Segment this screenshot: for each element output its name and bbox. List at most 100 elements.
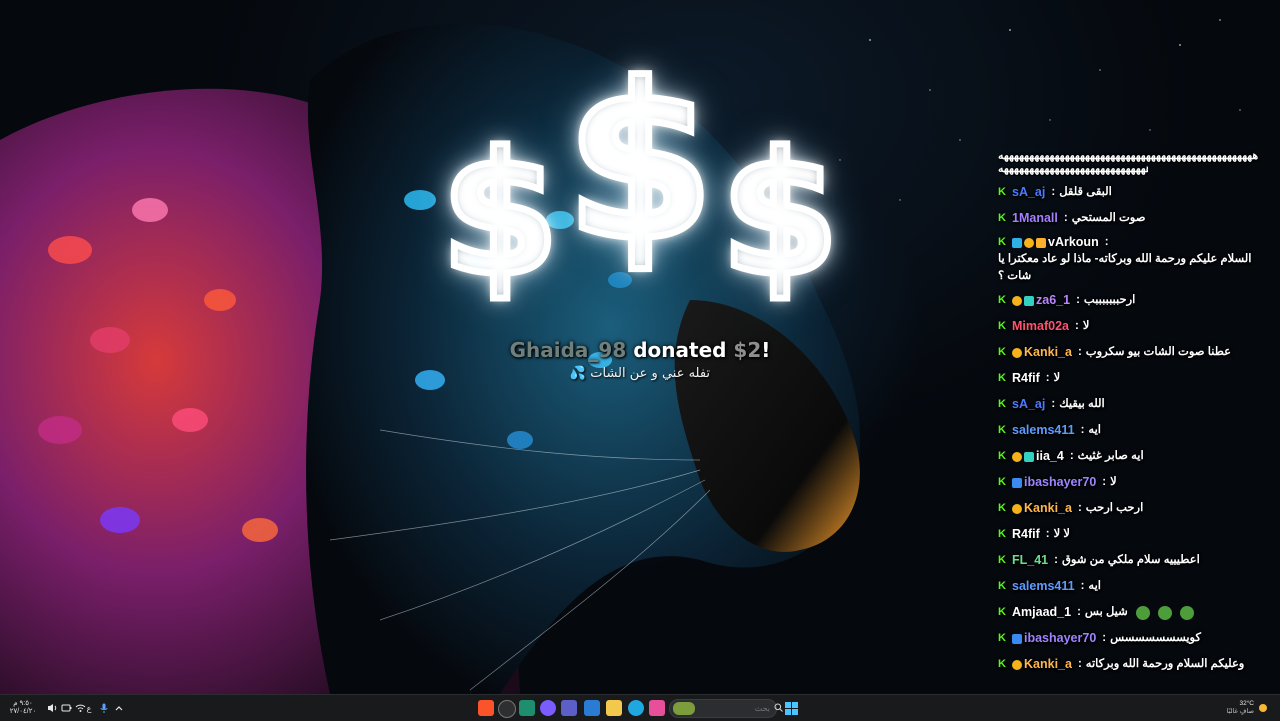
weather-widget[interactable]: 32°C صافٍ غالبًا xyxy=(1206,700,1254,716)
edge-icon[interactable] xyxy=(628,700,644,716)
chat-username[interactable]: FL_41 xyxy=(1012,552,1048,569)
chat-username[interactable]: R4fif xyxy=(1012,370,1040,387)
chat-username[interactable]: R4fif xyxy=(1012,526,1040,543)
weather-temperature: 32°C xyxy=(1239,700,1254,707)
obs-icon[interactable] xyxy=(498,700,516,718)
chat-message: Ksalems411: ايه xyxy=(998,420,1260,441)
vip-badge-icon xyxy=(1024,451,1034,462)
discord-icon[interactable] xyxy=(540,700,556,716)
sub-badge-icon xyxy=(1012,451,1022,462)
sub-badge-icon xyxy=(1012,347,1022,358)
chat-username[interactable]: vArkoun xyxy=(1048,234,1099,251)
sub-badge-icon xyxy=(1024,237,1034,248)
verified-badge-icon xyxy=(1012,633,1022,644)
chat-username[interactable]: 1Manall xyxy=(1012,210,1058,227)
chat-username[interactable]: iia_4 xyxy=(1036,448,1064,465)
donation-alert: $ $ $ Ghaida_98 donated $2! تفله عني و ع… xyxy=(380,52,900,382)
chat-message: K R4fif: لا xyxy=(998,368,1260,389)
terminal-icon[interactable] xyxy=(519,700,535,716)
chat-separator: : xyxy=(1076,294,1080,306)
chat-separator: : xyxy=(1080,580,1085,592)
chat-text: السلام عليكم ورحمة الله وبركاته- ماذا لو… xyxy=(998,253,1252,282)
frog-emote-icon xyxy=(1157,605,1172,620)
chat-separator: : xyxy=(1069,450,1074,462)
chat-separator: : xyxy=(1077,502,1082,514)
chat-separator: : xyxy=(1045,372,1050,384)
taskbar-search[interactable] xyxy=(669,699,783,718)
chat-banner-line: هههههههههههههههههههههههههههههههههههههههه… xyxy=(998,150,1259,162)
og-badge-icon xyxy=(1036,237,1046,248)
desktop: $ $ $ Ghaida_98 donated $2! تفله عني و ع… xyxy=(0,0,1280,694)
windows-start-icon[interactable] xyxy=(783,700,799,716)
copilot-icon[interactable] xyxy=(649,700,665,716)
battery-icon[interactable] xyxy=(60,700,72,716)
chat-text: وعليكم السلام ورحمة الله وبركاته xyxy=(1085,658,1245,670)
kick-badge-icon: K xyxy=(998,658,1006,670)
chat-username[interactable]: Kanki_a xyxy=(1024,656,1072,673)
chat-separator: : xyxy=(1045,528,1050,540)
donation-exclamation: ! xyxy=(761,338,771,362)
teams-icon[interactable] xyxy=(561,700,577,716)
search-input[interactable] xyxy=(706,703,772,714)
microphone-icon[interactable] xyxy=(98,700,110,716)
outlook-icon[interactable] xyxy=(584,700,600,716)
sub-badge-icon xyxy=(1012,295,1022,306)
chat-text: لا xyxy=(1110,476,1117,488)
kick-badge-icon: K xyxy=(998,606,1006,618)
dollar-sign-right: $ xyxy=(717,116,842,314)
chat-text: الله بيقيك xyxy=(1059,398,1105,410)
chat-username[interactable]: Mimaf02a xyxy=(1012,318,1069,335)
chat-separator: : xyxy=(1051,398,1056,410)
chat-message: Kibashayer70: لا xyxy=(998,472,1260,493)
vip-badge-icon xyxy=(1024,295,1034,306)
kick-badge-icon: K xyxy=(998,632,1006,644)
kick-badge-icon: K xyxy=(998,294,1006,306)
chat-separator: : xyxy=(1080,424,1085,436)
chat-username[interactable]: Kanki_a xyxy=(1024,344,1072,361)
chat-text: لا xyxy=(1053,372,1061,384)
chat-message: K Kanki_a: وعليكم السلام ورحمة الله وبركات… xyxy=(998,654,1260,675)
chat-message: Ksalems411: ايه xyxy=(998,576,1260,597)
chat-username[interactable]: salems411 xyxy=(1012,578,1075,595)
chat-username[interactable]: za6_1 xyxy=(1036,292,1070,309)
dollar-signs: $ $ $ xyxy=(380,52,900,320)
clock[interactable]: ٩:٥٠ م ٢٧/٠٤/٢٠ xyxy=(6,700,40,716)
chat-message: KsA_aj: الله بيقيك xyxy=(998,394,1260,415)
kick-badge-icon: K xyxy=(998,186,1006,198)
kick-badge-icon: K xyxy=(998,236,1006,248)
chat-text: ايه xyxy=(1088,424,1101,436)
chat-username[interactable]: Amjaad_1 xyxy=(1012,604,1071,621)
kick-badge-icon: K xyxy=(998,320,1006,332)
chat-text: ارحب ارحب xyxy=(1085,502,1144,514)
chat-username[interactable]: salems411 xyxy=(1012,422,1075,439)
chat-text: ايه xyxy=(1088,580,1101,592)
weather-sun-icon[interactable] xyxy=(1256,700,1270,716)
file-explorer-icon[interactable] xyxy=(606,700,622,716)
search-highlight-image xyxy=(673,702,695,715)
donated-label: donated xyxy=(633,338,727,362)
chat-text: صوت المستحي xyxy=(1071,212,1146,224)
chat-username[interactable]: ibashayer70 xyxy=(1024,630,1096,647)
chat-message: Kza6_1: ارحبببببببب xyxy=(998,290,1260,311)
chat-message: K Kanki_a: ارحب ارحب xyxy=(998,498,1260,519)
weather-description: صافٍ غالبًا xyxy=(1226,708,1254,715)
chat-message: K Mimaf02a: لا xyxy=(998,316,1260,337)
chat-text: شيل بس xyxy=(1084,606,1128,618)
chat-message: K Amjaad_1: شيل بس xyxy=(998,602,1260,623)
chat-text: البقى قلقل xyxy=(1059,186,1112,198)
chat-separator: : xyxy=(1077,346,1082,358)
volume-icon[interactable] xyxy=(46,700,58,716)
frog-emote-icon xyxy=(1135,605,1150,620)
chat-username[interactable]: sA_aj xyxy=(1012,396,1045,413)
chat-message: K R4fif: لا لا xyxy=(998,524,1260,545)
chat-separator: : xyxy=(1104,236,1109,248)
language-indicator[interactable]: ع xyxy=(84,700,94,716)
brave-browser-icon[interactable] xyxy=(478,700,494,716)
chevron-up-icon[interactable] xyxy=(113,700,125,716)
chat-separator: : xyxy=(1077,658,1082,670)
chat-message: K 1Manall: صوت المستحي xyxy=(998,208,1260,229)
chat-username[interactable]: sA_aj xyxy=(1012,184,1045,201)
chat-username[interactable]: Kanki_a xyxy=(1024,500,1072,517)
chat-separator: : xyxy=(1074,320,1079,332)
chat-username[interactable]: ibashayer70 xyxy=(1024,474,1096,491)
